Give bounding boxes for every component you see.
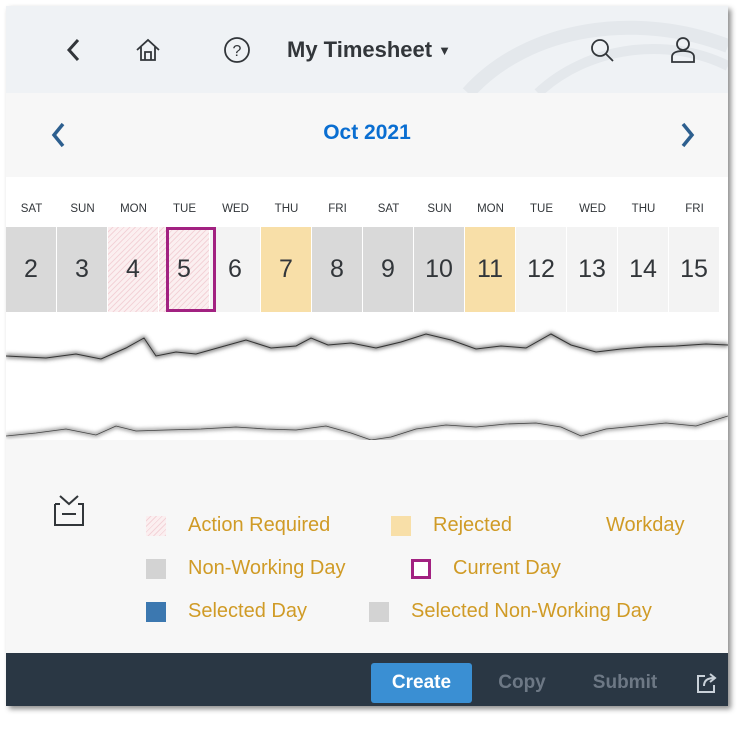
back-button[interactable] <box>58 32 88 68</box>
user-button[interactable] <box>665 32 701 68</box>
legend-label: Action Required <box>188 514 331 536</box>
home-icon <box>136 38 160 61</box>
legend-label: Current Day <box>453 557 561 579</box>
rejected-swatch <box>391 515 411 536</box>
legend-label: Selected Non-Working Day <box>411 600 652 622</box>
share-icon <box>697 673 717 693</box>
svg-text:?: ? <box>233 43 242 60</box>
create-button[interactable]: Create <box>371 663 472 703</box>
torn-edge-separator <box>6 312 728 446</box>
action-required-swatch <box>146 515 166 536</box>
day-cell[interactable]: 7 <box>261 227 312 312</box>
day-strip: 2 3 4 5 6 7 8 9 10 11 12 13 14 15 <box>6 227 728 312</box>
legend-label: Selected Day <box>188 600 307 622</box>
footer-toolbar: Create Copy Submit <box>6 653 728 706</box>
day-cell[interactable]: 3 <box>57 227 108 312</box>
copy-button[interactable]: Copy <box>492 663 552 703</box>
weekday-label: FRI <box>685 203 704 215</box>
search-icon <box>591 39 614 62</box>
current-day-swatch <box>411 558 431 579</box>
day-cell[interactable]: 11 <box>465 227 516 312</box>
legend-item-rejected: Rejected <box>391 514 512 537</box>
calendar-header: Oct 2021 <box>6 93 728 177</box>
chevron-right-icon <box>681 122 695 148</box>
weekday-label: TUE <box>530 203 553 215</box>
day-cell[interactable]: 2 <box>6 227 57 312</box>
day-cell[interactable]: 4 <box>108 227 159 312</box>
weekday-label: THU <box>274 203 299 215</box>
legend-item-workday: Workday <box>606 514 685 537</box>
submit-button[interactable]: Submit <box>584 663 666 703</box>
day-cell[interactable]: 15 <box>669 227 720 312</box>
weekday-label: SUN <box>70 203 95 215</box>
day-cell[interactable]: 12 <box>516 227 567 312</box>
month-label: Oct 2021 <box>323 121 411 144</box>
legend-label: Rejected <box>433 514 512 536</box>
legend-item-selected-day: Selected Day <box>146 600 307 623</box>
legend-toggle-button[interactable] <box>52 494 86 533</box>
day-number: 5 <box>177 255 191 283</box>
app-title: My Timesheet <box>287 37 433 62</box>
day-cell[interactable]: 6 <box>210 227 261 312</box>
legend-item-selected-non-working-day: Selected Non-Working Day <box>369 600 652 623</box>
app-frame: ? My Timesheet ▼ Oct 2021 SAT SUN MON TU… <box>6 6 728 706</box>
share-button[interactable] <box>692 663 722 703</box>
home-button[interactable] <box>130 32 166 68</box>
legend-icon <box>54 495 84 526</box>
help-button[interactable]: ? <box>219 32 255 68</box>
day-cell[interactable]: 14 <box>618 227 669 312</box>
non-working-day-swatch <box>146 558 166 579</box>
day-cell[interactable]: 10 <box>414 227 465 312</box>
caret-down-icon: ▼ <box>438 42 451 58</box>
legend-item-non-working-day: Non-Working Day <box>146 557 345 580</box>
shell-bar: ? My Timesheet ▼ <box>6 6 728 93</box>
weekday-label: TUE <box>173 203 196 215</box>
legend-panel: Action Required Rejected Workday Non-Wor… <box>6 440 728 653</box>
weekday-label: SAT <box>20 203 43 215</box>
search-button[interactable] <box>584 32 620 68</box>
day-cell[interactable]: 8 <box>312 227 363 312</box>
weekday-label: MON <box>120 203 147 215</box>
legend-label: Non-Working Day <box>188 557 346 579</box>
day-cell-current[interactable]: 5 <box>159 227 210 312</box>
app-title-menu[interactable]: My Timesheet ▼ <box>287 37 451 63</box>
next-month-button[interactable] <box>673 117 703 153</box>
back-icon <box>66 38 80 62</box>
legend-label: Workday <box>606 514 685 536</box>
user-icon <box>671 37 695 63</box>
weekday-label: THU <box>631 203 656 215</box>
help-icon: ? <box>224 37 250 63</box>
legend-item-action-required: Action Required <box>146 514 330 537</box>
weekday-label: FRI <box>328 203 347 215</box>
weekday-label: MON <box>477 203 504 215</box>
weekday-label: SAT <box>377 203 400 215</box>
selected-day-swatch <box>146 601 166 622</box>
weekday-label: WED <box>579 203 606 215</box>
day-cell[interactable]: 9 <box>363 227 414 312</box>
selected-non-working-day-swatch <box>369 601 389 622</box>
legend-item-current-day: Current Day <box>411 557 561 580</box>
weekday-row: SAT SUN MON TUE WED THU FRI SAT SUN MON … <box>6 203 728 223</box>
weekday-label: SUN <box>427 203 452 215</box>
day-cell[interactable]: 13 <box>567 227 618 312</box>
weekday-label: WED <box>222 203 249 215</box>
